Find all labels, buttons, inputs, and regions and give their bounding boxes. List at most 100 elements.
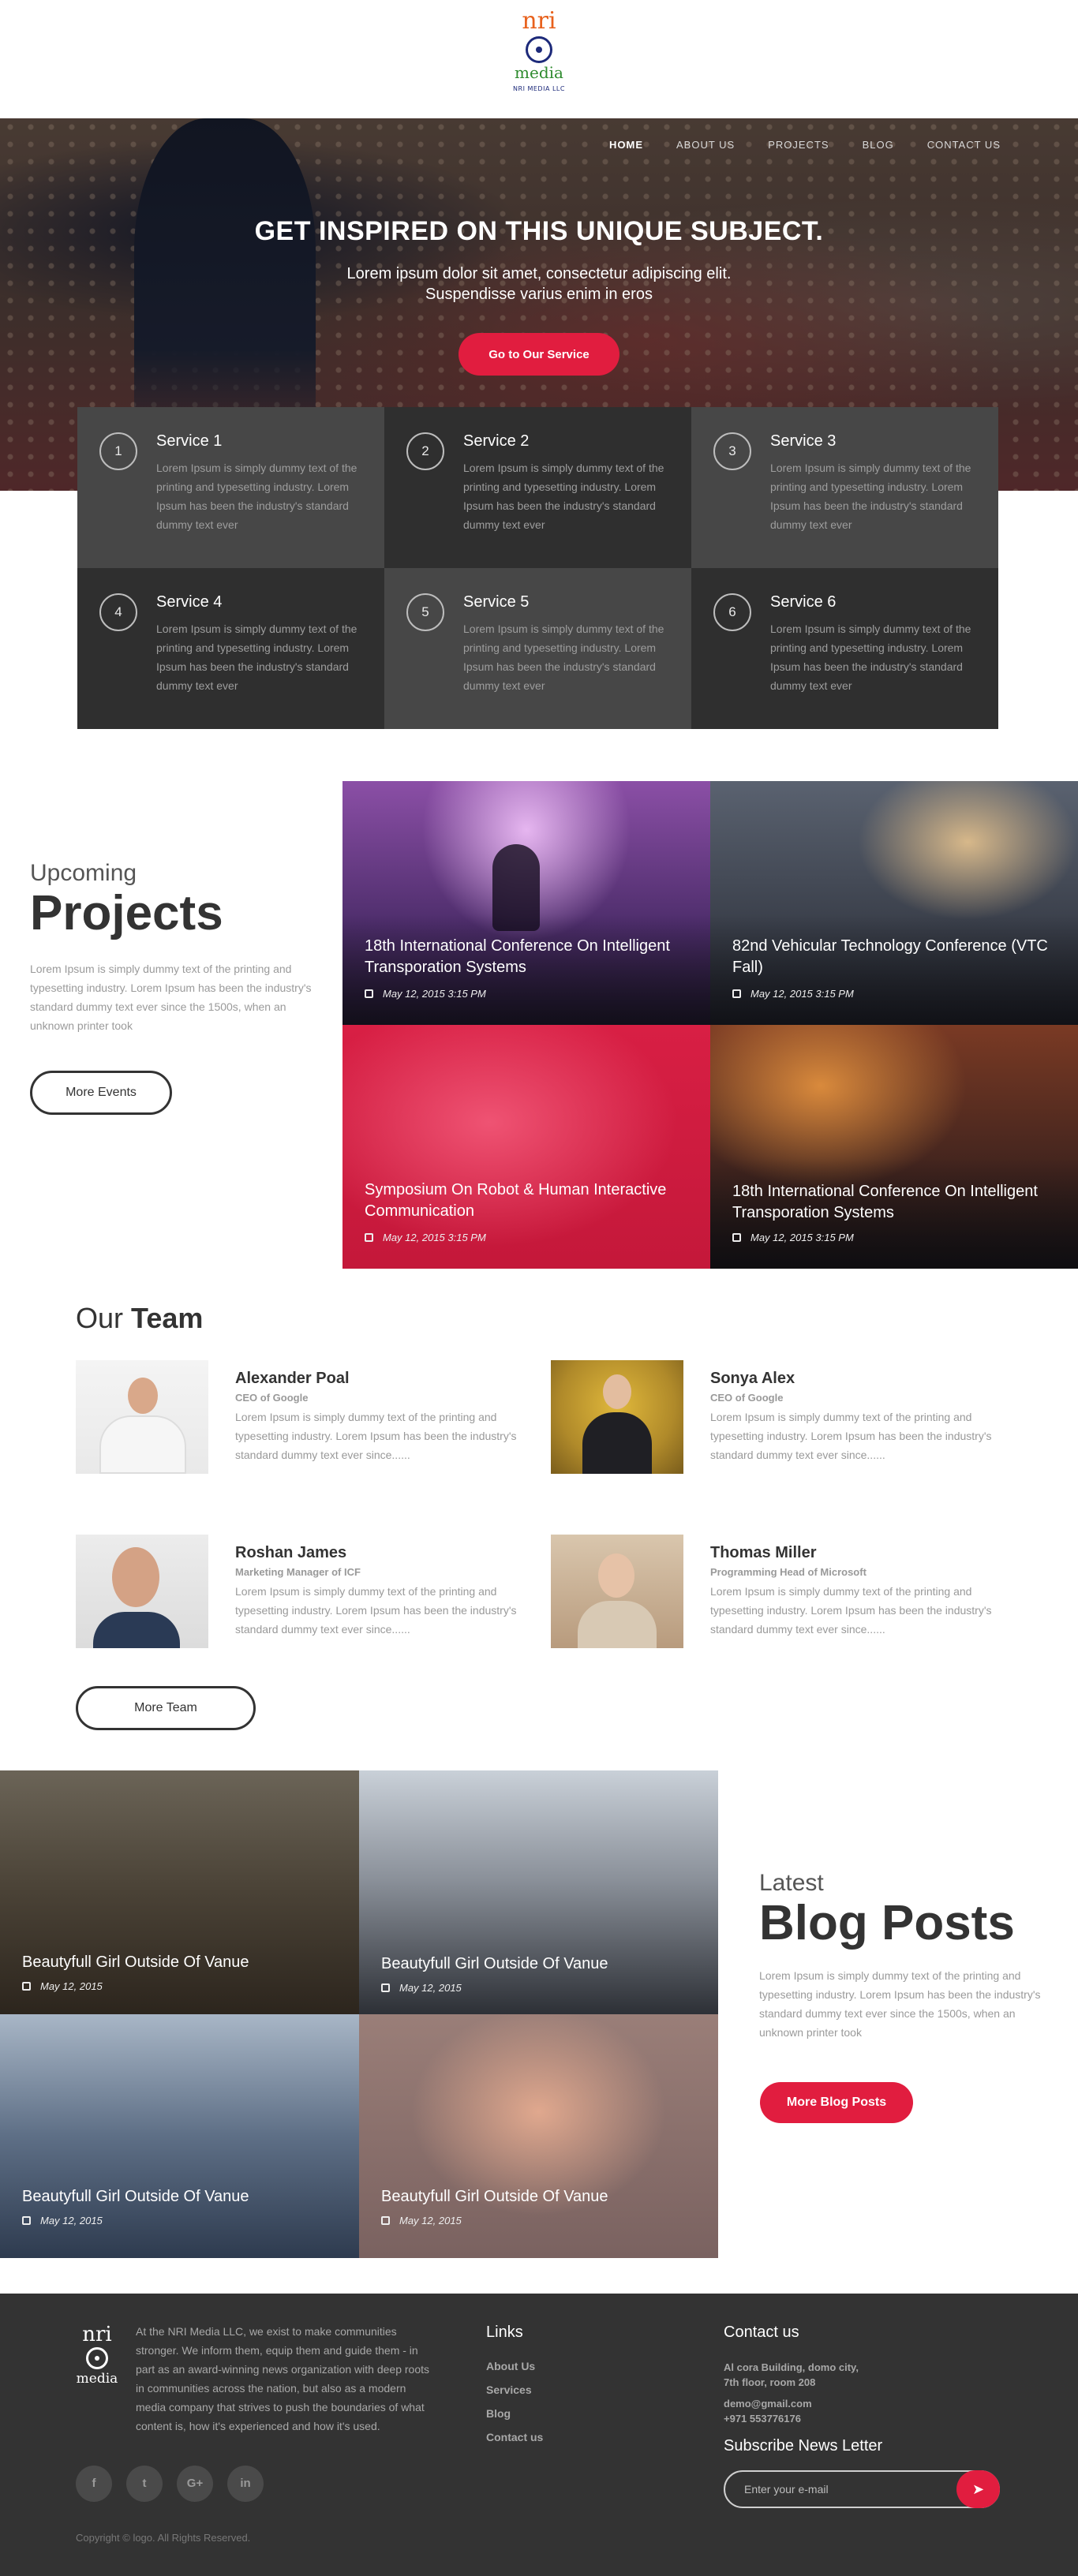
nav-blog[interactable]: BLOG: [863, 139, 894, 151]
service-text: Lorem Ipsum is simply dummy text of the …: [156, 462, 357, 531]
footer-about-text: At the NRI Media LLC, we exist to make c…: [136, 2325, 429, 2432]
hero-title: GET INSPIRED ON THIS UNIQUE SUBJECT.: [254, 216, 824, 246]
logo-caption: NRI MEDIA LLC: [513, 85, 565, 92]
team-member[interactable]: Sonya Alex CEO of Google Lorem Ipsum is …: [551, 1360, 993, 1479]
blog-grid: Beautyfull Girl Outside Of Vanue May 12,…: [0, 1770, 718, 2258]
blog-date: May 12, 2015: [22, 2215, 103, 2226]
blog-card[interactable]: Beautyfull Girl Outside Of Vanue May 12,…: [0, 1770, 359, 2014]
service-card[interactable]: 1 Service 1 Lorem Ipsum is simply dummy …: [77, 407, 384, 568]
member-role: Marketing Manager of ICF: [235, 1566, 361, 1578]
linkedin-icon[interactable]: in: [227, 2466, 264, 2502]
service-number: 3: [713, 432, 751, 470]
projects-eyebrow: Upcoming: [30, 860, 137, 886]
service-title: Service 5: [463, 593, 530, 611]
blog-card[interactable]: Beautyfull Girl Outside Of Vanue May 12,…: [359, 1770, 718, 2014]
project-title[interactable]: 18th International Conference On Intelli…: [732, 1181, 1072, 1224]
member-name: Roshan James: [235, 1544, 347, 1561]
blog-title[interactable]: Beautyfull Girl Outside Of Vanue: [381, 2186, 718, 2208]
subscribe-heading: Subscribe News Letter: [724, 2437, 883, 2454]
chakra-icon: [526, 36, 552, 63]
blog-title[interactable]: Beautyfull Girl Outside Of Vanue: [22, 1952, 359, 1973]
go-to-service-button[interactable]: Go to Our Service: [459, 333, 619, 376]
member-name: Alexander Poal: [235, 1370, 350, 1387]
service-card[interactable]: 3 Service 3 Lorem Ipsum is simply dummy …: [691, 407, 998, 568]
contact-email[interactable]: demo@gmail.com: [724, 2396, 960, 2411]
service-card[interactable]: 6 Service 6 Lorem Ipsum is simply dummy …: [691, 568, 998, 729]
team-member[interactable]: Roshan James Marketing Manager of ICF Lo…: [76, 1535, 518, 1653]
footer-link-about-us[interactable]: About Us: [486, 2360, 543, 2372]
member-photo: [551, 1360, 683, 1474]
team-member[interactable]: Thomas Miller Programming Head of Micros…: [551, 1535, 993, 1653]
member-bio: Lorem Ipsum is simply dummy text of the …: [235, 1411, 517, 1461]
blog-date: May 12, 2015: [381, 1982, 462, 1994]
project-date: May 12, 2015 3:15 PM: [732, 988, 854, 1000]
service-number: 6: [713, 593, 751, 631]
facebook-icon[interactable]: f: [76, 2466, 112, 2502]
footer-link-contact-us[interactable]: Contact us: [486, 2431, 543, 2443]
hero-subtitle: Lorem ipsum dolor sit amet, consectetur …: [346, 265, 732, 303]
google-plus-icon[interactable]: G+: [177, 2466, 213, 2502]
blog-card[interactable]: Beautyfull Girl Outside Of Vanue May 12,…: [0, 2014, 359, 2258]
service-number: 2: [406, 432, 444, 470]
service-card[interactable]: 5 Service 5 Lorem Ipsum is simply dummy …: [384, 568, 691, 729]
project-date: May 12, 2015 3:15 PM: [732, 1232, 854, 1243]
projects-text: Lorem Ipsum is simply dummy text of the …: [30, 963, 312, 1032]
project-card[interactable]: 18th International Conference On Intelli…: [710, 1025, 1078, 1269]
contact-phone: +971 553776176: [724, 2413, 801, 2425]
project-title[interactable]: Symposium On Robot & Human Interactive C…: [365, 1180, 704, 1222]
calendar-icon: [22, 2216, 31, 2225]
team-member[interactable]: Alexander Poal CEO of Google Lorem Ipsum…: [76, 1360, 518, 1479]
member-photo: [76, 1360, 208, 1474]
blog-title[interactable]: Beautyfull Girl Outside Of Vanue: [381, 1953, 718, 1975]
more-team-button[interactable]: More Team: [76, 1686, 256, 1730]
service-title: Service 1: [156, 432, 223, 450]
project-title[interactable]: 82nd Vehicular Technology Conference (VT…: [732, 936, 1072, 978]
site-logo[interactable]: nri media NRI MEDIA LLC: [511, 8, 567, 112]
service-text: Lorem Ipsum is simply dummy text of the …: [463, 462, 664, 531]
projects-intro: Upcoming Projects Lorem Ipsum is simply …: [30, 860, 330, 1035]
service-number: 5: [406, 593, 444, 631]
service-number: 1: [99, 432, 137, 470]
services-grid: 1 Service 1 Lorem Ipsum is simply dummy …: [77, 407, 999, 729]
service-card[interactable]: 2 Service 2 Lorem Ipsum is simply dummy …: [384, 407, 691, 568]
more-events-button[interactable]: More Events: [30, 1071, 172, 1115]
blog-card[interactable]: Beautyfull Girl Outside Of Vanue May 12,…: [359, 2014, 718, 2258]
service-text: Lorem Ipsum is simply dummy text of the …: [770, 623, 971, 692]
nav-about-us[interactable]: ABOUT US: [676, 139, 735, 151]
footer-link-blog[interactable]: Blog: [486, 2407, 543, 2420]
calendar-icon: [365, 1233, 373, 1242]
nav-projects[interactable]: PROJECTS: [768, 139, 829, 151]
more-blog-posts-button[interactable]: More Blog Posts: [760, 2082, 913, 2123]
member-photo: [76, 1535, 208, 1648]
blog-date: May 12, 2015: [22, 1980, 103, 1992]
nav-contact-us[interactable]: CONTACT US: [927, 139, 1001, 151]
main-nav: HOME ABOUT US PROJECTS BLOG CONTACT US: [609, 139, 1001, 151]
service-title: Service 2: [463, 432, 530, 450]
calendar-icon: [732, 1233, 741, 1242]
blog-heading: Blog Posts: [759, 1896, 1015, 1950]
service-title: Service 6: [770, 593, 837, 611]
project-date: May 12, 2015 3:15 PM: [365, 988, 486, 1000]
calendar-icon: [365, 989, 373, 998]
service-number: 4: [99, 593, 137, 631]
project-card[interactable]: 82nd Vehicular Technology Conference (VT…: [710, 781, 1078, 1025]
logo-nri-text: nri: [522, 7, 556, 35]
project-card[interactable]: Symposium On Robot & Human Interactive C…: [342, 1025, 710, 1269]
site-header: nri media NRI MEDIA LLC: [0, 0, 1078, 118]
member-photo: [551, 1535, 683, 1648]
service-text: Lorem Ipsum is simply dummy text of the …: [463, 623, 664, 692]
send-arrow-icon[interactable]: ➤: [956, 2470, 1000, 2508]
member-name: Sonya Alex: [710, 1370, 795, 1387]
twitter-icon[interactable]: t: [126, 2466, 163, 2502]
project-card[interactable]: 18th International Conference On Intelli…: [342, 781, 710, 1025]
blog-title[interactable]: Beautyfull Girl Outside Of Vanue: [22, 2186, 359, 2208]
calendar-icon: [381, 2216, 390, 2225]
calendar-icon: [22, 1982, 31, 1991]
footer-logo[interactable]: nri media: [76, 2324, 118, 2387]
logo-media-text: media: [515, 63, 563, 82]
nav-home[interactable]: HOME: [609, 139, 643, 151]
service-title: Service 3: [770, 432, 837, 450]
project-title[interactable]: 18th International Conference On Intelli…: [365, 936, 704, 978]
footer-link-services[interactable]: Services: [486, 2383, 543, 2396]
service-card[interactable]: 4 Service 4 Lorem Ipsum is simply dummy …: [77, 568, 384, 729]
